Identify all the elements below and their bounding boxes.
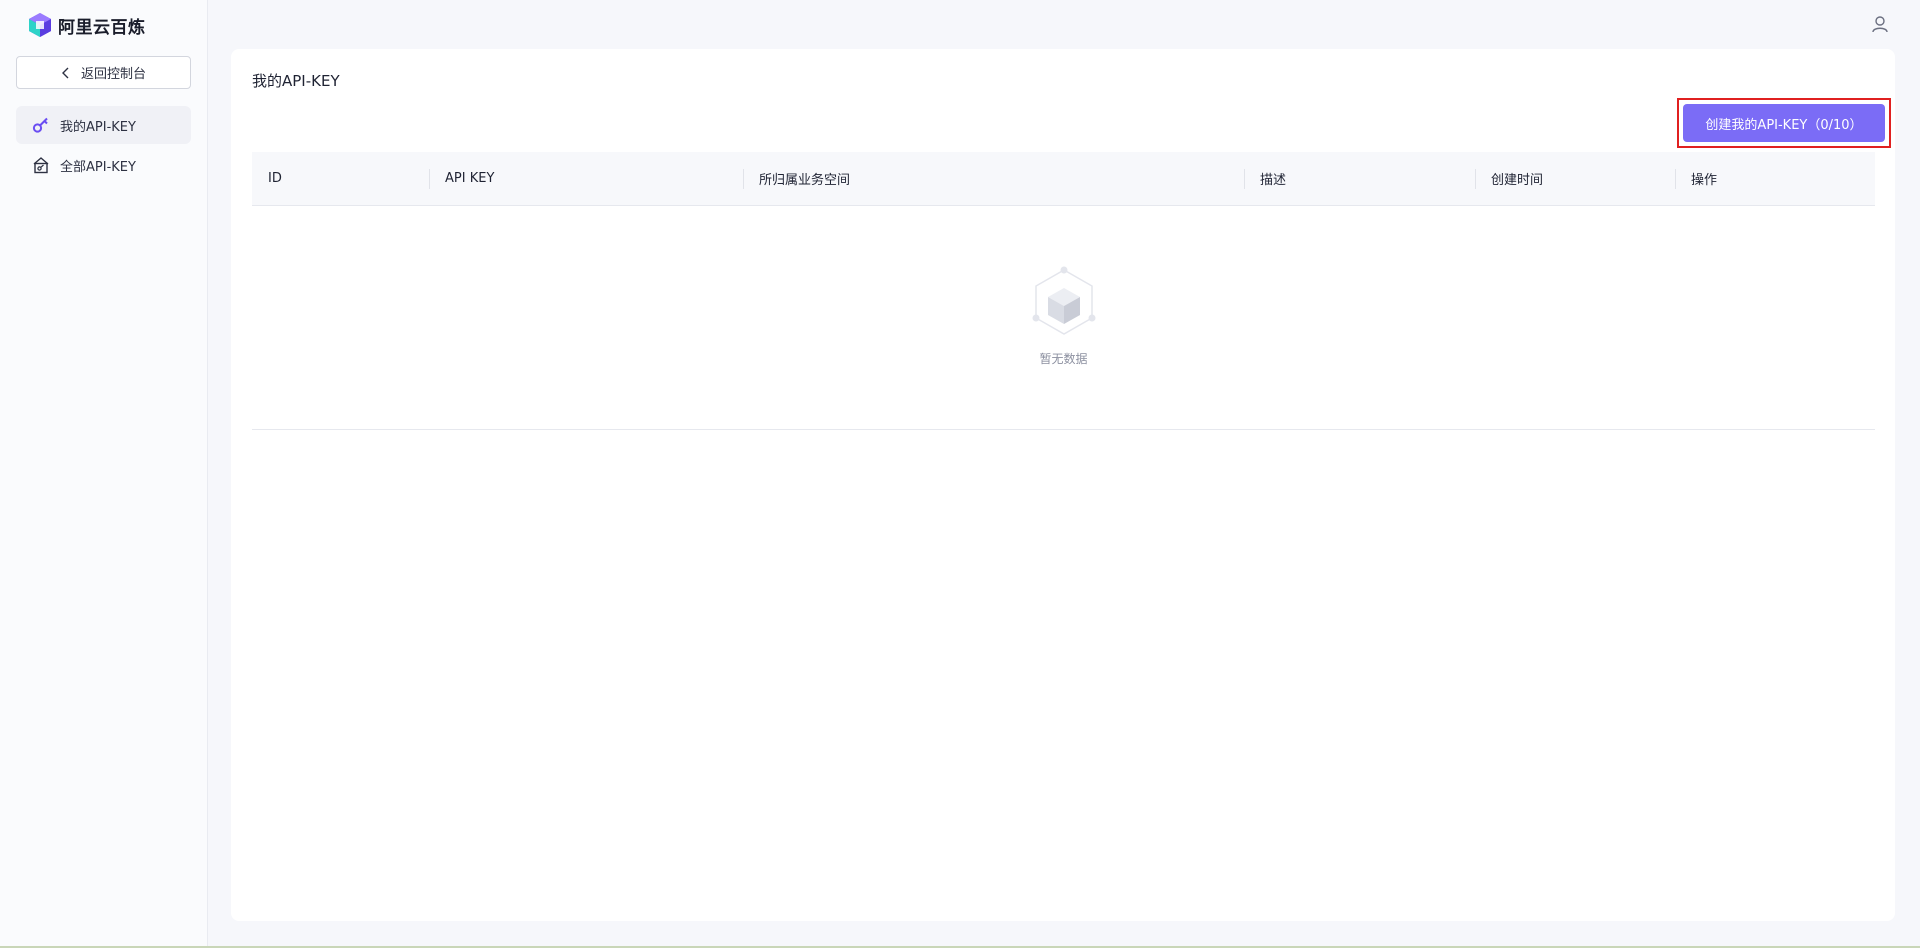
- back-to-console-button[interactable]: 返回控制台: [16, 56, 191, 89]
- column-header-created-time: 创建时间: [1475, 152, 1675, 205]
- house-key-icon: [33, 157, 49, 174]
- column-header-id: ID: [268, 171, 282, 186]
- empty-text: 暂无数据: [1039, 352, 1088, 366]
- brand-title: 阿里云百炼: [58, 17, 146, 38]
- key-icon: [32, 117, 48, 133]
- create-api-key-button[interactable]: 创建我的API-KEY（0/10）: [1683, 104, 1885, 142]
- sidebar-item-all-api-key[interactable]: 全部API-KEY: [16, 146, 191, 184]
- create-button-highlight: 创建我的API-KEY（0/10）: [1677, 98, 1891, 148]
- table-header: ID API KEY 所归属业务空间 描述 创建时间 操作: [252, 152, 1875, 206]
- column-header-actions: 操作: [1675, 152, 1875, 205]
- column-header-workspace: 所归属业务空间: [743, 152, 1244, 205]
- column-header-api-key: API KEY: [429, 152, 743, 205]
- api-key-table: ID API KEY 所归属业务空间 描述 创建时间 操作 暂无数据: [252, 152, 1875, 430]
- brand-logo-icon: [29, 13, 51, 37]
- app-root: 阿里云百炼 返回控制台 我的API-KEY 全部API-KEY 我的API-KE…: [0, 0, 1920, 948]
- sidebar-item-label: 我的API-KEY: [60, 119, 136, 135]
- chevron-left-icon: [61, 67, 69, 78]
- table-body-empty: 暂无数据: [252, 206, 1875, 430]
- sidebar-item-label: 全部API-KEY: [60, 159, 136, 175]
- user-icon[interactable]: [1870, 14, 1890, 34]
- back-to-console-label: 返回控制台: [80, 67, 146, 82]
- sidebar-item-my-api-key[interactable]: 我的API-KEY: [16, 106, 191, 144]
- brand[interactable]: 阿里云百炼: [28, 11, 146, 39]
- page-title: 我的API-KEY: [252, 72, 340, 90]
- main-card: 我的API-KEY 创建我的API-KEY（0/10） ID API KEY 所…: [231, 49, 1895, 921]
- column-header-description: 描述: [1244, 152, 1475, 205]
- empty-box-icon: [1032, 266, 1095, 335]
- sidebar: 阿里云百炼 返回控制台 我的API-KEY 全部API-KEY: [0, 0, 208, 948]
